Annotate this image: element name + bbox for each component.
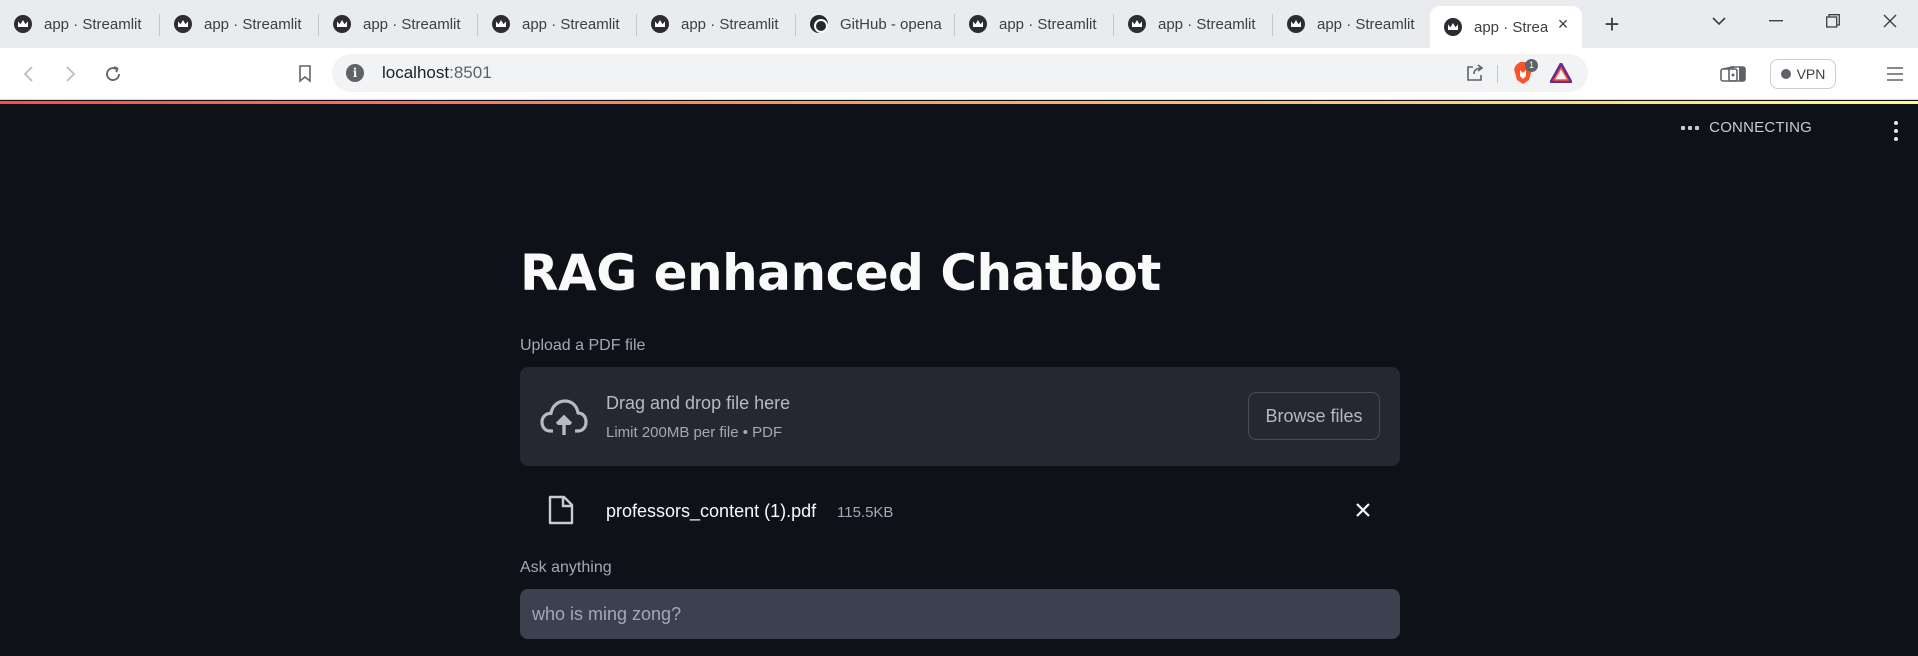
tab-title: app · Streamlit: [999, 15, 1097, 33]
streamlit-crown-icon: [969, 15, 987, 33]
bookmark-icon[interactable]: [290, 60, 320, 88]
share-icon[interactable]: [1462, 62, 1488, 84]
page-title: RAG enhanced Chatbot: [520, 244, 1161, 302]
tab-title: app · Streamlit: [204, 15, 302, 33]
browser-tab[interactable]: GitHub - opena: [796, 6, 944, 42]
dropzone-limit-text: Limit 200MB per file • PDF: [606, 424, 783, 441]
uploaded-file-size: 115.5KB: [837, 504, 894, 521]
minimize-window-button[interactable]: [1756, 6, 1796, 36]
tab-title: app · Streamlit: [1317, 15, 1415, 33]
forward-arrow-icon[interactable]: [55, 60, 85, 88]
browser-tab-active[interactable]: app · Strea ×: [1430, 6, 1582, 48]
tab-title: app · Streamlit: [681, 15, 779, 33]
brave-shields-icon[interactable]: 1: [1510, 59, 1538, 84]
streamlit-crown-icon: [492, 15, 510, 33]
streamlit-crown-icon: [14, 15, 32, 33]
close-window-button[interactable]: [1870, 6, 1910, 36]
omnibox-divider: [1497, 65, 1498, 83]
url-port: :8501: [449, 63, 492, 82]
url-host: localhost: [382, 63, 450, 82]
tab-title: app · Streamlit: [363, 15, 461, 33]
ask-input[interactable]: [521, 590, 1399, 638]
streamlit-crown-icon: [333, 15, 351, 33]
uploaded-file-row: professors_content (1).pdf 115.5KB: [520, 485, 1400, 535]
connecting-dots-icon: [1681, 125, 1700, 130]
restore-window-button[interactable]: [1813, 6, 1853, 36]
back-arrow-icon[interactable]: [14, 60, 44, 88]
tab-search-chevron-icon[interactable]: [1699, 6, 1739, 36]
tab-title: app · Streamlit: [1158, 15, 1256, 33]
streamlit-crown-icon: [1128, 15, 1146, 33]
streamlit-crown-icon: [1287, 15, 1305, 33]
wallet-icon[interactable]: [1714, 60, 1744, 88]
browse-files-button[interactable]: Browse files: [1248, 392, 1380, 440]
address-bar[interactable]: i localhost:8501 1: [332, 54, 1588, 92]
browser-toolbar: i localhost:8501 1 VPN: [0, 48, 1918, 100]
cloud-upload-icon: [540, 399, 588, 435]
tab-title: app · Streamlit: [44, 15, 142, 33]
remove-file-icon[interactable]: [1352, 499, 1374, 521]
ask-input-container[interactable]: [520, 589, 1400, 639]
file-dropzone[interactable]: Drag and drop file here Limit 200MB per …: [520, 367, 1400, 466]
streamlit-crown-icon: [174, 15, 192, 33]
vpn-button[interactable]: VPN: [1770, 59, 1836, 89]
browser-tab[interactable]: app · Streamlit: [160, 6, 318, 42]
upload-label: Upload a PDF file: [520, 337, 646, 354]
ask-label: Ask anything: [520, 559, 612, 576]
url-text[interactable]: localhost:8501: [382, 63, 492, 83]
browser-menu-icon[interactable]: [1880, 60, 1910, 88]
new-tab-button[interactable]: +: [1598, 10, 1626, 38]
file-icon: [548, 495, 574, 525]
browser-tab[interactable]: app · Streamlit: [637, 6, 795, 42]
dropzone-instructions: Drag and drop file here: [606, 393, 791, 413]
connection-status: CONNECTING: [1681, 119, 1812, 136]
browser-tab[interactable]: app · Streamlit: [0, 6, 158, 42]
tab-title: app · Strea: [1474, 18, 1549, 36]
browser-tab[interactable]: app · Streamlit: [1273, 6, 1429, 42]
header-decoration-bar: [0, 101, 1918, 104]
vpn-status-icon: [1780, 69, 1791, 79]
vpn-label: VPN: [1796, 66, 1826, 82]
streamlit-crown-icon: [1444, 18, 1462, 36]
browser-tab[interactable]: app · Streamlit: [319, 6, 477, 42]
reload-icon[interactable]: [98, 60, 128, 88]
browser-tab-strip: app · Streamlit app · Streamlit app · St…: [0, 0, 1918, 48]
shields-count-badge: 1: [1525, 59, 1538, 72]
close-tab-icon[interactable]: ×: [1554, 15, 1572, 33]
main-menu-kebab-icon[interactable]: [1892, 121, 1900, 141]
uploaded-file-name: professors_content (1).pdf: [606, 501, 817, 521]
tab-title: GitHub - opena: [840, 15, 942, 33]
brave-rewards-icon[interactable]: [1548, 62, 1574, 84]
browser-tab[interactable]: app · Streamlit: [955, 6, 1113, 42]
streamlit-app: CONNECTING RAG enhanced Chatbot Upload a…: [0, 101, 1918, 656]
browser-tab[interactable]: app · Streamlit: [1114, 6, 1272, 42]
connection-status-text: CONNECTING: [1709, 119, 1812, 136]
github-icon: [810, 15, 828, 33]
browser-tab[interactable]: app · Streamlit: [478, 6, 636, 42]
site-info-icon[interactable]: i: [346, 64, 364, 82]
tab-title: app · Streamlit: [522, 15, 620, 33]
streamlit-crown-icon: [651, 15, 669, 33]
